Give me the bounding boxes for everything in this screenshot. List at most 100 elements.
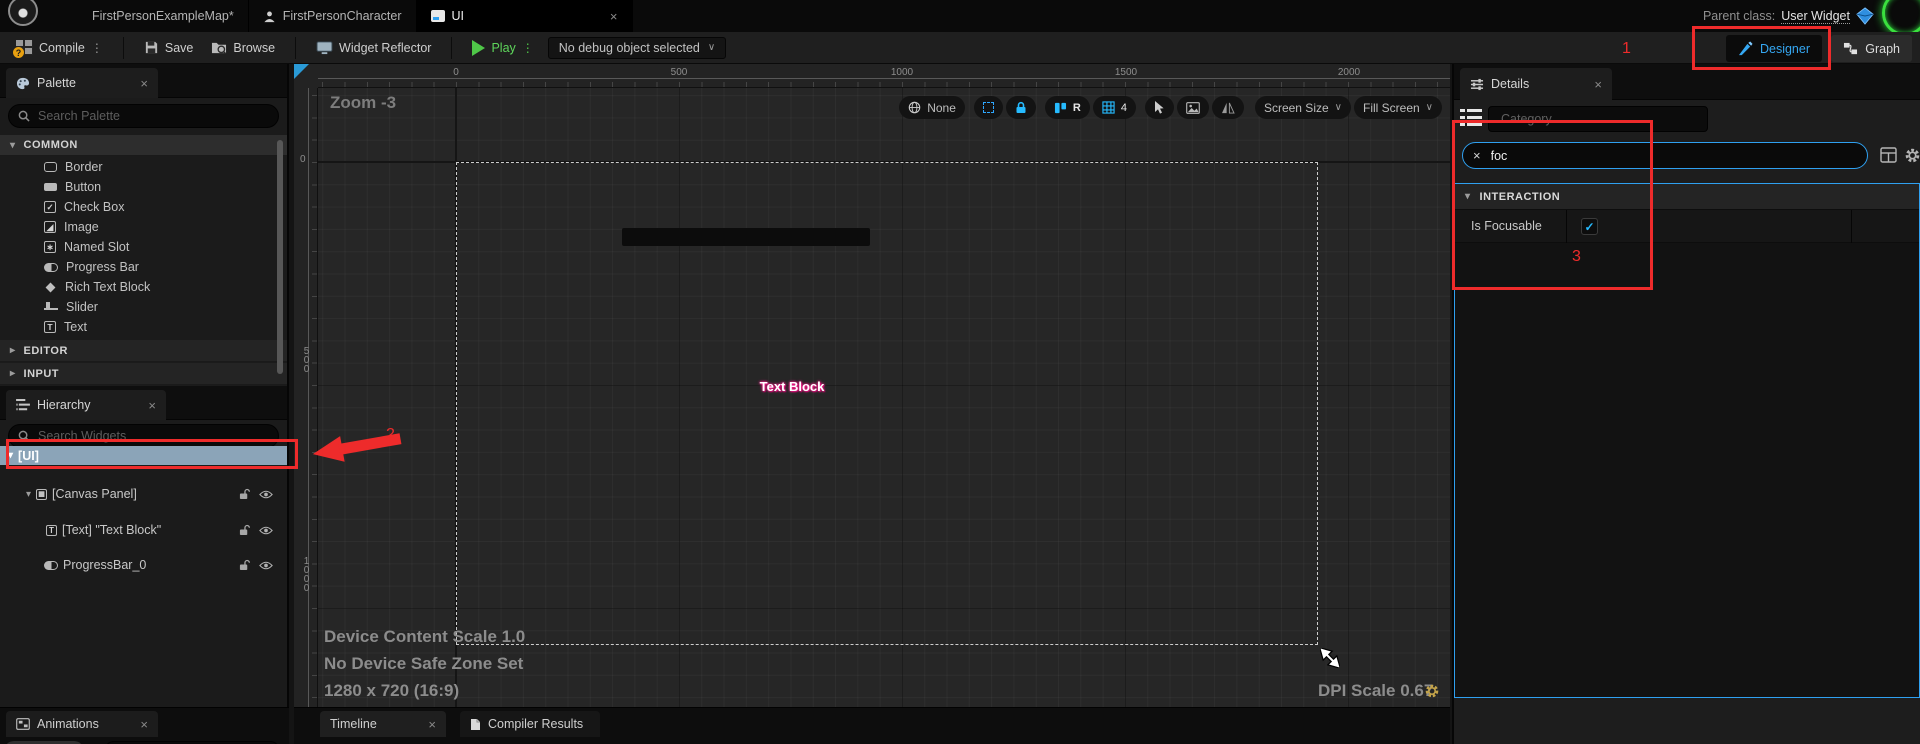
details-panel: Details × × ▾ INTERACTION Is Focusable ✓ — [1452, 64, 1920, 744]
grid-snap-icon — [1102, 101, 1115, 114]
details-search-input[interactable] — [1489, 148, 1857, 164]
tab-level-map[interactable]: FirstPersonExampleMap* — [78, 0, 249, 32]
flip-preview-button[interactable] — [1212, 96, 1244, 119]
selection-outline-toggle[interactable] — [974, 96, 1003, 119]
tab-hierarchy[interactable]: Hierarchy × — [6, 390, 166, 420]
unlock-icon[interactable] — [239, 488, 250, 500]
annotation-arrow — [305, 432, 415, 472]
compile-options-icon[interactable]: ⋮ — [91, 41, 103, 55]
parent-class-info: Parent class: User Widget — [1703, 0, 1874, 32]
close-icon[interactable]: × — [140, 717, 148, 732]
palette-item-progress-bar[interactable]: Progress Bar — [0, 257, 270, 277]
visibility-eye-icon[interactable] — [259, 561, 273, 570]
graph-mode-button[interactable]: Graph — [1831, 35, 1912, 62]
display-filter-icon[interactable] — [1880, 147, 1897, 163]
close-icon[interactable]: × — [148, 398, 156, 413]
tab-ui-widget[interactable]: UI × — [417, 0, 633, 32]
tab-character-blueprint[interactable]: FirstPersonCharacter — [249, 0, 417, 32]
close-icon[interactable]: × — [140, 76, 148, 91]
design-grid[interactable]: Zoom -3 Text Block Device Content Scale … — [318, 88, 1450, 707]
palette-item-image[interactable]: ◢Image — [0, 217, 270, 237]
palette-item-checkbox[interactable]: ✓Check Box — [0, 197, 270, 217]
animations-panel-strip: Animations × + Animation — [0, 707, 289, 744]
save-label: Save — [165, 41, 194, 55]
is-focusable-checkbox[interactable]: ✓ — [1581, 218, 1598, 235]
select-mode-button[interactable] — [1145, 96, 1174, 119]
palette-section-input[interactable]: ▸ INPUT — [0, 363, 287, 385]
column-divider — [1566, 210, 1567, 243]
document-icon — [470, 718, 481, 731]
close-icon[interactable]: × — [428, 717, 436, 732]
palette-section-common[interactable]: ▾ COMMON — [0, 135, 287, 156]
main-toolbar: ? Compile ⋮ Save Browse Widget Reflector — [0, 32, 1920, 64]
details-sliders-icon — [1470, 78, 1484, 91]
save-button[interactable]: Save — [140, 32, 198, 63]
palette-item-text[interactable]: TText — [0, 317, 270, 337]
text-icon: T — [46, 525, 57, 536]
property-matrix-icon[interactable] — [1460, 108, 1482, 128]
palette-item-label: Progress Bar — [66, 260, 139, 274]
lock-toggle[interactable] — [1006, 96, 1036, 119]
tab-timeline[interactable]: Timeline × — [320, 711, 446, 737]
animations-tab-label: Animations — [37, 717, 99, 731]
ruler-tick-label: 500 — [671, 67, 688, 78]
visibility-eye-icon[interactable] — [259, 526, 273, 535]
category-filter-input[interactable] — [1499, 111, 1697, 127]
browse-button[interactable]: Browse — [207, 32, 279, 63]
dpi-settings-gear-icon[interactable] — [1424, 683, 1440, 699]
grid-snap-dropdown[interactable]: 4 — [1093, 96, 1136, 119]
debug-object-dropdown[interactable]: No debug object selected ∨ — [548, 37, 726, 59]
anchor-dropdown[interactable]: None — [899, 96, 965, 119]
hierarchy-search-input[interactable] — [36, 428, 269, 444]
hierarchy-row-progressbar[interactable]: ProgressBar_0 — [0, 556, 287, 574]
visibility-eye-icon[interactable] — [259, 490, 273, 499]
palette-section-editor[interactable]: ▸ EDITOR — [0, 340, 287, 362]
palette-search-input[interactable] — [36, 108, 269, 124]
progressbar-widget[interactable] — [622, 228, 870, 246]
close-icon[interactable]: × — [610, 9, 618, 24]
palette-item-named-slot[interactable]: ∗Named Slot — [0, 237, 270, 257]
palette-item-border[interactable]: Border — [0, 157, 270, 177]
annotation-step-3: 3 — [1572, 248, 1581, 266]
fill-screen-dropdown[interactable]: Fill Screen ∨ — [1354, 96, 1442, 119]
tab-compiler-results[interactable]: Compiler Results — [460, 711, 600, 737]
hierarchy-row-ui-root[interactable]: ▾ [UI] — [0, 446, 287, 465]
blueprint-gem-icon — [1856, 7, 1874, 25]
unlock-icon[interactable] — [239, 524, 250, 536]
palette-search[interactable] — [8, 104, 279, 128]
bottom-center-strip: Timeline × Compiler Results — [294, 707, 1450, 744]
compile-button[interactable]: ? Compile ⋮ — [12, 32, 107, 63]
hierarchy-row-canvas-panel[interactable]: ▾ ▦ [Canvas Panel] — [0, 485, 287, 503]
chevron-open-icon[interactable]: ▾ — [8, 450, 13, 461]
tab-palette[interactable]: Palette × — [6, 68, 158, 98]
play-button[interactable]: Play ⋮ — [468, 32, 537, 63]
hierarchy-row-text-block[interactable]: T [Text] "Text Block" — [0, 521, 287, 539]
palette-item-button[interactable]: Button — [0, 177, 270, 197]
preview-background-button[interactable] — [1177, 96, 1209, 119]
resize-handle-icon[interactable] — [1320, 648, 1340, 668]
unlock-icon[interactable] — [239, 559, 250, 571]
play-options-icon[interactable]: ⋮ — [522, 41, 534, 55]
palette-item-slider[interactable]: Slider — [0, 297, 270, 317]
text-block-widget[interactable]: Text Block — [732, 379, 852, 394]
close-icon[interactable]: × — [1594, 77, 1602, 92]
parent-class-link[interactable]: User Widget — [1781, 9, 1850, 24]
category-filter[interactable] — [1488, 106, 1708, 132]
respect-locks-toggle[interactable]: R — [1045, 96, 1090, 119]
details-search[interactable]: × — [1462, 142, 1868, 169]
hierarchy-search[interactable] — [8, 424, 279, 448]
interaction-section-header[interactable]: ▾ INTERACTION — [1455, 184, 1919, 210]
clear-search-icon[interactable]: × — [1473, 148, 1481, 163]
toolbar-separator — [295, 37, 296, 59]
chevron-open-icon[interactable]: ▾ — [26, 489, 31, 500]
rich-text-icon — [46, 282, 56, 292]
palette-scrollbar[interactable] — [277, 140, 283, 374]
designer-mode-button[interactable]: Designer — [1726, 35, 1822, 62]
screen-size-dropdown[interactable]: Screen Size ∨ — [1255, 96, 1351, 119]
tab-animations[interactable]: Animations × — [6, 711, 158, 737]
palette-item-rich-text[interactable]: Rich Text Block — [0, 277, 270, 297]
settings-gear-icon[interactable] — [1904, 147, 1920, 164]
tab-details[interactable]: Details × — [1460, 68, 1612, 100]
widget-reflector-button[interactable]: Widget Reflector — [312, 32, 435, 63]
widget-design-frame[interactable] — [456, 162, 1318, 645]
